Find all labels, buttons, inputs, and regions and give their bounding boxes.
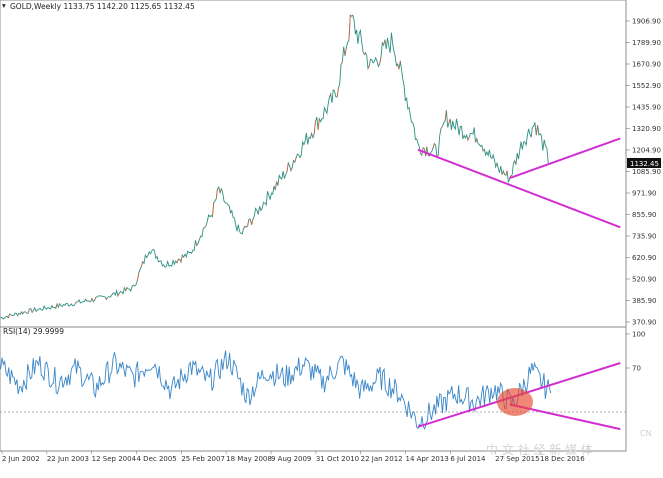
watermark-text: 中 文 社 经 新 媒 体: [486, 442, 593, 457]
price-up-bar: [243, 226, 246, 229]
price-tick-label: 1204.90: [632, 147, 661, 155]
main-chart-frame: [0, 0, 627, 328]
price-up-bar: [348, 15, 351, 41]
price-tick-label: 520.90: [632, 276, 657, 284]
price-series: [0, 14, 551, 320]
date-tick-label: 4 Dec 2005: [137, 455, 177, 463]
watermark-logo-icon: [497, 388, 533, 416]
current-price-label: 1132.45: [630, 160, 659, 168]
price-up-bar: [19, 311, 22, 315]
rsi-tick-label: 100: [632, 331, 645, 339]
price-tick-label: 620.90: [632, 254, 657, 262]
date-tick-label: 18 May 2008: [226, 455, 272, 463]
dropdown-triangle-icon[interactable]: ▾: [2, 1, 6, 10]
price-tick-label: 971.90: [632, 190, 657, 198]
price-line: [0, 14, 551, 320]
price-tick-label: 1906.90: [632, 18, 661, 26]
watermark-tail: CN: [640, 429, 652, 438]
price-up-bar: [444, 110, 447, 122]
date-tick-label: 22 Jan 2012: [361, 455, 403, 463]
price-tick-label: 385.90: [632, 297, 657, 305]
price-up-bar: [105, 297, 108, 300]
date-tick-label: 31 Oct 2010: [316, 455, 359, 463]
main-chart-title: GOLD,Weekly 1133.75 1142.20 1125.65 1132…: [10, 2, 195, 11]
rsi-series: [0, 350, 552, 430]
price-tick-label: 1789.90: [632, 39, 661, 47]
price-tick-label: 1085.90: [632, 168, 661, 176]
trading-chart-window: ▾ GOLD,Weekly 1133.75 1142.20 1125.65 11…: [0, 0, 661, 463]
price-tick-label: 1320.90: [632, 125, 661, 133]
watermark: 中 文 社 经 新 媒 体 CN: [486, 388, 652, 457]
rsi-line: [0, 350, 552, 430]
price-tick-label: 1670.90: [632, 61, 661, 69]
rsi-title: RSI(14) 29.9999: [3, 327, 64, 336]
price-tick-label: 1552.90: [632, 82, 661, 90]
price-support-trendline[interactable]: [417, 148, 621, 229]
price-tick-label: 855.90: [632, 211, 657, 219]
rsi-tick-label: 70: [632, 365, 641, 373]
price-tick-label: 1435.90: [632, 104, 661, 112]
rsi-axis: 100 70: [626, 331, 645, 373]
date-tick-label: 9 Aug 2009: [271, 455, 311, 463]
date-tick-label: 2 Jun 2002: [2, 455, 40, 463]
price-up-bar: [313, 121, 316, 135]
price-tick-label: 370.90: [632, 319, 657, 327]
price-up-bar: [204, 225, 207, 228]
date-tick-label: 25 Feb 2007: [181, 455, 225, 463]
price-axis: 1906.90 1789.90 1670.90 1552.90 1435.90 1320.…: [626, 18, 661, 327]
date-tick-label: 12 Sep 2004: [92, 455, 137, 463]
current-price-marker: 1132.45: [627, 158, 661, 168]
date-tick-label: 14 Apr 2013: [406, 455, 449, 463]
date-tick-label: 22 Jun 2003: [47, 455, 89, 463]
price-up-bar: [482, 149, 485, 152]
price-up-bar: [340, 61, 343, 66]
price-up-bar: [363, 52, 366, 55]
date-tick-label: 6 Jul 2014: [450, 455, 486, 463]
price-up-bar: [31, 310, 34, 313]
price-up-bar: [74, 301, 77, 304]
price-up-bar: [196, 243, 199, 246]
price-tick-label: 735.90: [632, 233, 657, 241]
price-up-bar: [535, 125, 538, 136]
